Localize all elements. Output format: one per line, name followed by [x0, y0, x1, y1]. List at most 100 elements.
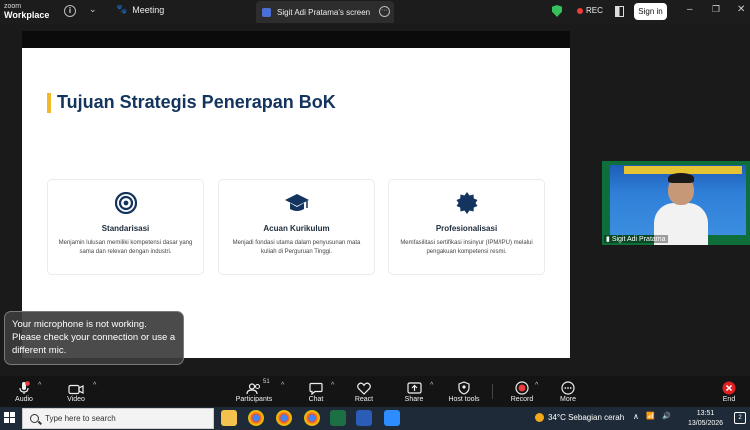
recording-label: REC	[586, 6, 603, 15]
weather-widget[interactable]: 34°C Sebagian cerah	[535, 413, 624, 422]
excel-icon[interactable]	[330, 410, 346, 426]
participant-name: Sigit Adi Pratama	[611, 236, 666, 243]
card-title: Standarisasi	[101, 224, 150, 233]
search-placeholder: Type here to search	[45, 414, 116, 423]
card-profesionalisasi: Profesionalisasi Memfasilitasi sertifika…	[388, 179, 545, 275]
shared-screen-header-strip	[22, 31, 570, 48]
clock-date: 13/05/2026	[688, 420, 724, 427]
chat-button[interactable]: Chat	[302, 376, 330, 407]
heart-icon	[350, 376, 378, 395]
slide-title: Tujuan Strategis Penerapan BoK	[57, 92, 336, 112]
audio-button[interactable]: Audio	[10, 376, 38, 407]
microphone-warning-toast[interactable]: Your microphone is not working. Please c…	[4, 311, 184, 365]
chat-options-caret-icon[interactable]: ^	[331, 382, 334, 389]
card-standarisasi: Standarisasi Menjamin lulusan memiliki k…	[47, 179, 204, 275]
search-icon	[30, 414, 39, 423]
paw-icon: 🐾	[116, 4, 128, 14]
start-square	[10, 412, 15, 417]
file-explorer-icon[interactable]	[221, 410, 237, 426]
share-button[interactable]: Share	[400, 376, 428, 407]
share-options-caret-icon[interactable]: ^	[430, 382, 433, 389]
share-label: Share	[404, 396, 424, 403]
taskbar-clock[interactable]: 13:51 13/05/2026	[688, 409, 723, 429]
video-options-caret-icon[interactable]: ^	[93, 382, 96, 389]
microphone-muted-icon	[10, 376, 38, 395]
recording-dot-icon	[577, 7, 583, 14]
record-options-caret-icon[interactable]: ^	[535, 382, 538, 389]
screen-share-icon	[262, 7, 271, 17]
minimize-button[interactable]: –	[687, 4, 693, 15]
sign-in-button[interactable]: Sign in	[634, 3, 667, 20]
card-description: Memfasilitasi sertifikasi insinyur (IPM/…	[400, 240, 533, 255]
chat-label: Chat	[308, 396, 324, 403]
tray-overflow-icon[interactable]: ∧	[633, 412, 639, 421]
signal-icon: ▮	[606, 236, 610, 243]
card-acuan-kurikulum: Acuan Kurikulum Menjadi fondasi utama da…	[218, 179, 375, 275]
start-square	[4, 418, 9, 423]
video-label: Video	[67, 396, 85, 403]
end-call-icon	[715, 376, 743, 395]
video-button[interactable]: Video	[62, 376, 90, 407]
meeting-tab-label: Meeting	[132, 4, 165, 15]
sun-icon	[535, 413, 544, 422]
zoom-workplace-logo: zoom Workplace	[4, 2, 49, 20]
security-shield-icon[interactable]	[552, 5, 562, 17]
word-icon[interactable]	[356, 410, 372, 426]
side-panel-icon[interactable]	[615, 6, 624, 17]
close-button[interactable]: ✕	[737, 4, 745, 15]
shared-screen-tab-label: Sigit Adi Pratama's screen	[277, 7, 371, 17]
card-description: Menjamin lulusan memiliki kompetensi das…	[58, 240, 193, 255]
chrome-profile-icon[interactable]	[276, 410, 292, 426]
recording-indicator[interactable]: REC	[577, 6, 603, 15]
host-tools-label: Host tools	[448, 396, 480, 403]
zoom-window: zoom Workplace i ⌄ 🐾 Meeting Sigit Adi P…	[0, 0, 750, 430]
participants-label: Participants	[235, 396, 273, 403]
taskbar-search-box[interactable]: Type here to search	[22, 408, 214, 429]
participant-video-tile[interactable]: ▮ Sigit Adi Pratama	[602, 161, 750, 245]
video-camera-icon	[62, 376, 90, 395]
chrome-profile-2-icon[interactable]	[304, 410, 320, 426]
windows-start-icon[interactable]	[4, 412, 16, 424]
more-label: More	[560, 396, 576, 403]
start-square	[4, 412, 9, 417]
shield-icon	[446, 376, 482, 395]
chat-bubble-icon	[302, 376, 330, 395]
end-meeting-button[interactable]: End	[715, 376, 743, 407]
meeting-info-icon[interactable]: i	[64, 5, 76, 17]
host-tools-button[interactable]: Host tools	[446, 376, 482, 407]
share-screen-icon	[400, 376, 428, 395]
participants-options-caret-icon[interactable]: ^	[281, 382, 284, 389]
title-bar: zoom Workplace i ⌄ 🐾 Meeting Sigit Adi P…	[0, 0, 750, 24]
view-options-icon[interactable]: ···	[379, 6, 390, 17]
card-title: Profesionalisasi	[435, 224, 498, 233]
audio-options-caret-icon[interactable]: ^	[38, 382, 41, 389]
record-icon	[508, 376, 536, 395]
more-button[interactable]: More	[554, 376, 582, 407]
logo-bottom-text: Workplace	[4, 10, 50, 20]
start-square	[10, 418, 15, 423]
graduation-cap-icon	[284, 192, 310, 219]
chevron-down-icon[interactable]: ⌄	[89, 4, 97, 15]
record-label: Record	[510, 396, 534, 403]
record-button[interactable]: Record	[508, 376, 536, 407]
meeting-controls-toolbar: Audio ^ Video ^ Participants 51 ^ Chat ^	[0, 376, 750, 407]
meeting-stage: Tujuan Strategis Penerapan BoK Standaris…	[0, 24, 750, 376]
certificate-seal-icon	[456, 192, 478, 219]
weather-text: 34°C Sebagian cerah	[548, 413, 625, 422]
meeting-tab[interactable]: 🐾 Meeting	[116, 4, 164, 15]
notification-center-icon[interactable]: 2	[734, 412, 746, 424]
card-description: Menjadi fondasi utama dalam penyusunan m…	[232, 240, 361, 255]
volume-icon[interactable]: 🔊	[662, 412, 671, 420]
slide-title-block: Tujuan Strategis Penerapan BoK	[47, 92, 336, 113]
end-label: End	[722, 396, 736, 403]
windows-taskbar: Type here to search 34°C Sebagian cerah …	[0, 407, 750, 430]
participants-count: 51	[263, 379, 270, 385]
wifi-icon[interactable]: 📶	[646, 412, 655, 420]
title-accent-bar	[47, 92, 51, 113]
shared-screen-tab[interactable]: Sigit Adi Pratama's screen ···	[256, 1, 394, 23]
target-icon	[114, 191, 137, 219]
react-button[interactable]: React	[350, 376, 378, 407]
maximize-button[interactable]: ❐	[712, 4, 720, 15]
chrome-icon[interactable]	[248, 410, 264, 426]
zoom-taskbar-icon[interactable]	[384, 410, 400, 426]
